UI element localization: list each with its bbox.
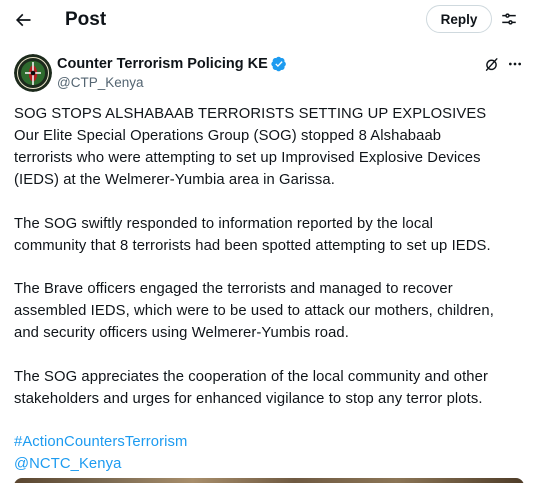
text-line: The SOG swiftly responded to information… xyxy=(14,215,434,232)
text-line: and security officers using Welmerer-Yum… xyxy=(14,325,349,341)
paragraph-engagement: The Brave officers engaged the terrorist… xyxy=(14,278,526,344)
text-line: assembled IEDS, which were to be used to… xyxy=(14,303,494,319)
sliders-icon xyxy=(502,13,516,25)
top-bar: Post Reply xyxy=(0,0,537,40)
verified-badge-icon[interactable] xyxy=(271,56,287,72)
reply-button[interactable]: Reply xyxy=(426,5,492,33)
text-line: terrorists who were attempting to set up… xyxy=(14,150,481,166)
text-line: The SOG appreciates the cooperation of t… xyxy=(14,368,488,385)
post-media-image[interactable] xyxy=(14,478,524,483)
more-options-icon[interactable] xyxy=(505,54,525,74)
author-handle[interactable]: @CTP_Kenya xyxy=(57,74,144,91)
author-name[interactable]: Counter Terrorism Policing KE xyxy=(57,55,268,73)
text-line: community that 8 terrorists had been spo… xyxy=(14,237,491,254)
author-name-row: Counter Terrorism Policing KE xyxy=(57,55,287,73)
text-line: The Brave officers engaged the terrorist… xyxy=(14,281,453,297)
hashtag-link[interactable]: #ActionCountersTerrorism xyxy=(14,431,526,453)
page-title: Post xyxy=(65,9,107,30)
paragraph-headline: SOG STOPS ALSHABAAB TERRORISTS SETTING U… xyxy=(14,103,526,191)
paragraph-response: The SOG swiftly responded to information… xyxy=(14,213,526,257)
paragraph-appreciation: The SOG appreciates the cooperation of t… xyxy=(14,366,526,410)
text-line: Our Elite Special Operations Group (SOG)… xyxy=(14,128,442,144)
arrow-left-icon xyxy=(15,13,31,27)
grok-icon[interactable] xyxy=(481,54,501,74)
post-author: Counter Terrorism Policing KE @CTP_Kenya xyxy=(14,54,524,94)
reply-settings-button[interactable] xyxy=(496,6,522,32)
text-line: (IEDS) at the Welmerer-Yumbia area in Ga… xyxy=(14,172,335,188)
text-line: stakeholders and urges for enhanced vigi… xyxy=(14,390,483,407)
text-line: SOG STOPS ALSHABAAB TERRORISTS SETTING U… xyxy=(14,106,487,122)
avatar[interactable] xyxy=(14,54,52,92)
ctp-logo-icon xyxy=(14,54,52,92)
post-text: SOG STOPS ALSHABAAB TERRORISTS SETTING U… xyxy=(14,103,526,475)
mention-link[interactable]: @NCTC_Kenya xyxy=(14,453,526,475)
back-button[interactable] xyxy=(6,3,40,37)
